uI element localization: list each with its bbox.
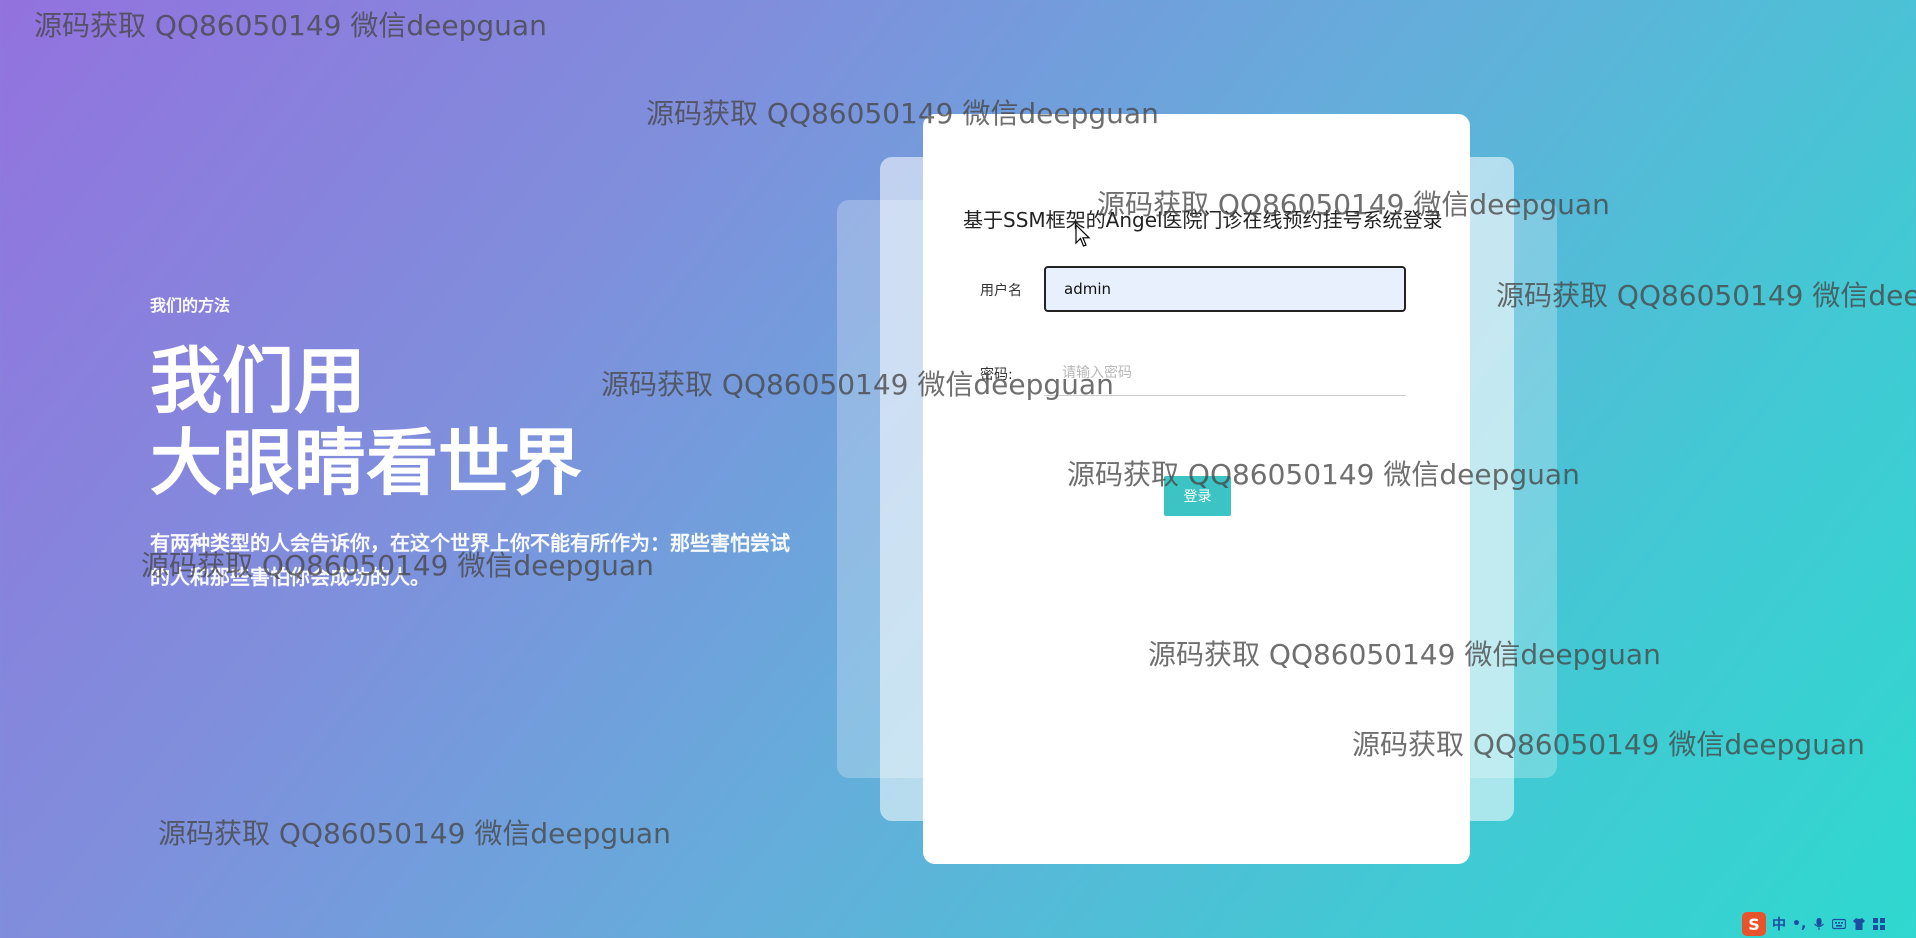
ime-punctuation-toggle[interactable]: •, [1792, 916, 1806, 932]
ime-language-toggle[interactable]: 中 [1772, 914, 1786, 934]
hero-title: 我们用 大眼睛看世界 [150, 340, 790, 504]
hero-eyebrow: 我们的方法 [150, 296, 231, 315]
login-title: 基于SSM框架的Angel医院门诊在线预约挂号系统登录 [963, 208, 1443, 232]
login-card: 基于SSM框架的Angel医院门诊在线预约挂号系统登录 用户名 密码: 登录 [923, 114, 1470, 864]
watermark: 源码获取 QQ86050149 微信deepguan [34, 9, 547, 42]
microphone-icon[interactable] [1812, 917, 1826, 931]
password-input[interactable] [1044, 350, 1406, 396]
watermark: 源码获取 QQ86050149 微信deepguan [158, 817, 671, 850]
shirt-icon[interactable] [1852, 917, 1866, 931]
grid-icon[interactable] [1872, 917, 1886, 931]
keyboard-icon[interactable] [1832, 917, 1847, 931]
hero-title-line-2: 大眼睛看世界 [150, 421, 583, 505]
cursor-icon [1075, 224, 1091, 247]
ime-toolbar: S 中 •, [1738, 910, 1916, 938]
hero-title-line-1: 我们用 [150, 339, 367, 423]
username-label: 用户名 [980, 283, 1022, 299]
ime-logo-icon[interactable]: S [1742, 912, 1766, 936]
password-label: 密码: [980, 367, 1013, 383]
watermark: 源码获取 QQ86050149 微信deepguan [1496, 279, 1916, 312]
hero-description: 有两种类型的人会告诉你，在这个世界上你不能有所作为：那些害怕尝试的人和那些害怕你… [150, 531, 790, 589]
username-input[interactable] [1044, 266, 1406, 312]
hero-section: 我们的方法 我们用 大眼睛看世界 有两种类型的人会告诉你，在这个世界上你不能有所… [150, 292, 790, 594]
login-button[interactable]: 登录 [1164, 476, 1231, 516]
